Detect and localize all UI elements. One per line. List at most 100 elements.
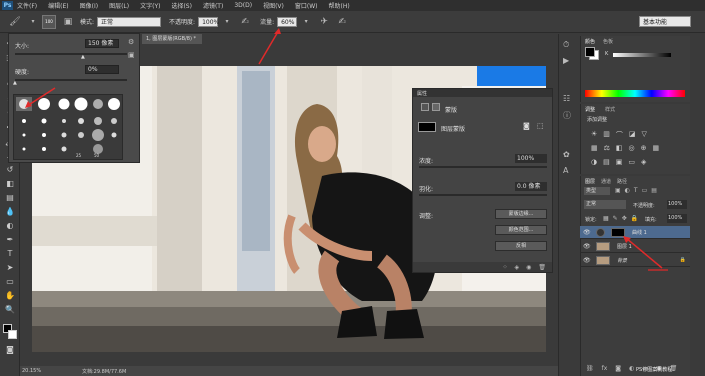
pixel-mask-icon[interactable] bbox=[421, 103, 429, 111]
filter-type-icon[interactable]: T bbox=[634, 187, 638, 194]
visibility-eye-icon[interactable]: 👁 bbox=[583, 229, 593, 236]
menu-help[interactable]: 帮助(H) bbox=[329, 1, 350, 10]
tab-channels[interactable]: 通道 bbox=[601, 178, 611, 185]
gradient-map-icon[interactable]: ▭ bbox=[628, 158, 635, 166]
zoom-icon[interactable]: 🔍 bbox=[4, 304, 16, 316]
threshold-icon[interactable]: ▣ bbox=[616, 158, 623, 166]
fx-icon[interactable]: fx bbox=[602, 365, 608, 372]
link-layers-icon[interactable]: ⛓ bbox=[586, 365, 594, 372]
dodge-icon[interactable]: ◐ bbox=[4, 220, 16, 232]
layer-mask-thumbnail[interactable] bbox=[418, 122, 436, 132]
lock-all-icon[interactable]: 🔒 bbox=[631, 215, 638, 222]
lock-paint-icon[interactable]: ✎ bbox=[613, 215, 618, 222]
chevron-down-icon[interactable]: ▾ bbox=[221, 16, 233, 28]
menu-layer[interactable]: 图层(L) bbox=[109, 1, 129, 10]
tab-color[interactable]: 颜色 bbox=[585, 38, 595, 45]
layer-filter-select[interactable]: 类型 bbox=[584, 187, 610, 195]
density-value[interactable]: 100% bbox=[515, 154, 547, 163]
visibility-eye-icon[interactable]: 👁 bbox=[583, 243, 593, 250]
posterize-icon[interactable]: ▤ bbox=[603, 158, 610, 166]
history-icon[interactable]: ⏱ bbox=[563, 40, 569, 50]
panel-settings-icon[interactable]: ⚙ bbox=[128, 38, 134, 46]
zoom-level[interactable]: 20.15% bbox=[22, 368, 52, 374]
properties-icon[interactable]: ☷ bbox=[563, 94, 570, 103]
hardness-slider-handle[interactable]: ▲ bbox=[13, 80, 17, 86]
brush-icon[interactable]: 🖌 bbox=[9, 16, 21, 28]
color-range-button[interactable]: 颜色范围... bbox=[495, 225, 547, 235]
new-preset-icon[interactable]: ▣ bbox=[128, 51, 135, 59]
fill-value[interactable]: 100% bbox=[667, 214, 687, 223]
visibility-eye-icon[interactable]: 👁 bbox=[583, 257, 593, 264]
lock-move-icon[interactable]: ✥ bbox=[622, 215, 627, 222]
chevron-down-icon[interactable]: ▾ bbox=[300, 16, 312, 28]
pressure-size-icon[interactable]: ✍ bbox=[336, 16, 348, 28]
chevron-down-icon[interactable]: ▾ bbox=[27, 16, 39, 28]
adjustment-layer-icon[interactable]: ◐ bbox=[629, 365, 634, 372]
blur-icon[interactable]: 💧 bbox=[4, 206, 16, 218]
filter-smart-icon[interactable]: ▤ bbox=[651, 187, 657, 194]
select-mask-icon[interactable]: ◙ bbox=[523, 122, 530, 130]
size-slider[interactable] bbox=[15, 53, 127, 55]
add-mask-icon[interactable]: ◙ bbox=[615, 365, 621, 372]
brush-preset-picker[interactable]: 100 bbox=[42, 14, 56, 29]
color-lookup-icon[interactable]: ▦ bbox=[653, 144, 660, 152]
mode-select[interactable]: 正常 bbox=[97, 16, 162, 27]
size-value[interactable]: 150 像素 bbox=[85, 39, 119, 48]
apply-mask-icon[interactable]: ◈ bbox=[515, 264, 520, 271]
feather-slider[interactable] bbox=[419, 194, 547, 196]
filter-shape-icon[interactable]: ▭ bbox=[642, 187, 648, 194]
shape-icon[interactable]: ▭ bbox=[4, 276, 16, 288]
menu-filter[interactable]: 滤镜(T) bbox=[203, 1, 223, 10]
hardness-slider[interactable] bbox=[15, 79, 127, 81]
actions-icon[interactable]: ▶ bbox=[563, 56, 569, 65]
hue-icon[interactable]: ▦ bbox=[591, 144, 598, 152]
menu-edit[interactable]: 编辑(E) bbox=[48, 1, 68, 10]
gradient-icon[interactable]: ▤ bbox=[4, 192, 16, 204]
channel-mixer-icon[interactable]: ⊕ bbox=[641, 144, 647, 152]
photo-filter-icon[interactable]: ◎ bbox=[629, 144, 635, 152]
tab-paths[interactable]: 路径 bbox=[617, 178, 627, 185]
toggle-mask-icon[interactable]: ◉ bbox=[526, 264, 531, 271]
eraser-icon[interactable]: ◧ bbox=[4, 178, 16, 190]
brush-presets-icon[interactable]: ✿ bbox=[563, 150, 570, 159]
color-balance-icon[interactable]: ⚖ bbox=[604, 144, 610, 152]
menu-window[interactable]: 窗口(W) bbox=[295, 1, 318, 10]
add-vector-mask-icon[interactable]: ⬚ bbox=[537, 122, 544, 130]
mask-edge-button[interactable]: 蒙版边缘... bbox=[495, 209, 547, 219]
airbrush-icon[interactable]: ✈ bbox=[318, 16, 330, 28]
tab-styles[interactable]: 样式 bbox=[605, 106, 615, 113]
selective-color-icon[interactable]: ◈ bbox=[641, 158, 646, 166]
pressure-opacity-icon[interactable]: ✍ bbox=[239, 16, 251, 28]
opacity-input[interactable]: 100% bbox=[198, 16, 219, 27]
size-slider-handle[interactable]: ▲ bbox=[81, 54, 85, 60]
workspace-select[interactable]: 基本功能 bbox=[639, 16, 691, 27]
color-spectrum[interactable] bbox=[585, 90, 685, 97]
menu-3d[interactable]: 3D(D) bbox=[234, 2, 252, 9]
exposure-icon[interactable]: ◪ bbox=[629, 130, 636, 140]
vibrance-icon[interactable]: ▽ bbox=[642, 130, 647, 140]
history-brush-icon[interactable]: ↺ bbox=[4, 164, 16, 176]
blend-mode-select[interactable]: 正常 bbox=[584, 200, 626, 209]
menu-type[interactable]: 文字(Y) bbox=[140, 1, 160, 10]
lock-pixels-icon[interactable]: ▦ bbox=[603, 215, 609, 222]
menu-select[interactable]: 选择(S) bbox=[171, 1, 192, 10]
menu-file[interactable]: 文件(F) bbox=[17, 1, 37, 10]
curves-icon[interactable]: ⌒ bbox=[616, 130, 623, 140]
density-slider[interactable] bbox=[419, 166, 547, 168]
tab-layers[interactable]: 图层 bbox=[585, 178, 595, 185]
hardness-value[interactable]: 0% bbox=[85, 65, 119, 74]
brush-panel-toggle-icon[interactable]: ▣ bbox=[62, 16, 74, 28]
invert-button[interactable]: 反相 bbox=[495, 241, 547, 251]
levels-icon[interactable]: ▥ bbox=[603, 130, 610, 140]
feather-value[interactable]: 0.0 像素 bbox=[515, 182, 547, 191]
character-icon[interactable]: A bbox=[563, 166, 568, 175]
document-tab[interactable]: 1, 图层蒙版(RGB/8) * bbox=[142, 34, 202, 44]
type-icon[interactable]: T bbox=[4, 248, 16, 260]
invert-icon[interactable]: ◑ bbox=[591, 158, 597, 166]
menu-view[interactable]: 视图(V) bbox=[263, 1, 284, 10]
tab-adjustments[interactable]: 调整 bbox=[585, 106, 595, 113]
layer-opacity-value[interactable]: 100% bbox=[667, 200, 687, 209]
filter-pixel-icon[interactable]: ▣ bbox=[615, 187, 621, 194]
tab-swatches[interactable]: 色板 bbox=[603, 38, 613, 45]
path-select-icon[interactable]: ➤ bbox=[4, 262, 16, 274]
